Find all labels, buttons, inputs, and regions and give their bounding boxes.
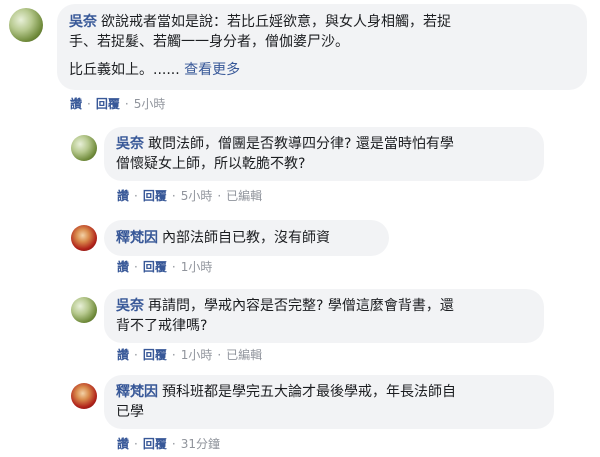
comment-actions: 讚 · 回覆 · 5小時 <box>70 97 166 111</box>
timestamp[interactable]: 5小時 <box>181 189 213 203</box>
comment-text-line: 欲說戒者當如是說：若比丘婬欲意，與女人身相觸，若捉 <box>101 14 451 30</box>
comment-actions: 讚 · 回覆 · 5小時 · 已編輯 <box>117 189 263 203</box>
comment-text-line: 手、若捉髮、若觸一一身分者，僧伽婆尸沙。 <box>69 34 349 50</box>
timestamp[interactable]: 5小時 <box>134 97 166 111</box>
comment-bubble: 釋梵因 內部法師自已教，沒有師資 <box>104 220 389 256</box>
comment-bubble: 釋梵因 預科班都是學完五大論才最後學戒，年長法師自 已學 <box>104 375 554 429</box>
commenter-name[interactable]: 釋梵因 <box>116 230 158 246</box>
reply-link[interactable]: 回覆 <box>143 437 167 451</box>
avatar[interactable] <box>71 135 97 161</box>
comment-text-line: 僧懷疑女上師，所以乾脆不教? <box>116 156 306 172</box>
edited-label[interactable]: 已編輯 <box>226 348 262 362</box>
avatar[interactable] <box>71 297 97 323</box>
like-link[interactable]: 讚 <box>70 97 82 111</box>
comment-bubble: 吳奈 敢問法師，僧團是否教導四分律? 還是當時怕有學 僧懷疑女上師，所以乾脆不教? <box>104 127 544 181</box>
comment-bubble: 吳奈 再請問，學戒內容是否完整? 學僧這麼會背書，還 背不了戒律嗎? <box>104 289 544 343</box>
avatar[interactable] <box>71 225 97 251</box>
comment-text-line: 再請問，學戒內容是否完整? 學僧這麼會背書，還 <box>148 298 454 314</box>
reply-link[interactable]: 回覆 <box>143 348 167 362</box>
avatar[interactable] <box>9 8 43 42</box>
commenter-name[interactable]: 吳奈 <box>116 136 144 152</box>
reply-link[interactable]: 回覆 <box>143 260 167 274</box>
reply-link[interactable]: 回覆 <box>96 97 120 111</box>
comment-actions: 讚 · 回覆 · 1小時 · 已編輯 <box>117 348 263 362</box>
comment-text-line: 敢問法師，僧團是否教導四分律? 還是當時怕有學 <box>148 136 454 152</box>
see-more-link[interactable]: 查看更多 <box>184 62 240 78</box>
timestamp[interactable]: 31分鐘 <box>181 437 220 451</box>
like-link[interactable]: 讚 <box>117 437 129 451</box>
like-link[interactable]: 讚 <box>117 260 129 274</box>
timestamp[interactable]: 1小時 <box>181 348 213 362</box>
edited-label[interactable]: 已編輯 <box>226 189 262 203</box>
timestamp[interactable]: 1小時 <box>181 260 213 274</box>
comment-actions: 讚 · 回覆 · 1小時 <box>117 260 213 274</box>
like-link[interactable]: 讚 <box>117 189 129 203</box>
comment-text-line: 比丘義如上。...... <box>69 62 180 78</box>
comment-actions: 讚 · 回覆 · 31分鐘 <box>117 437 220 451</box>
reply-link[interactable]: 回覆 <box>143 189 167 203</box>
commenter-name[interactable]: 釋梵因 <box>116 384 158 400</box>
comment-text-line: 內部法師自已教，沒有師資 <box>162 230 330 246</box>
comment-bubble: 吳奈 欲說戒者當如是說：若比丘婬欲意，與女人身相觸，若捉 手、若捉髮、若觸一一身分… <box>57 4 587 90</box>
commenter-name[interactable]: 吳奈 <box>69 14 97 30</box>
like-link[interactable]: 讚 <box>117 348 129 362</box>
commenter-name[interactable]: 吳奈 <box>116 298 144 314</box>
comment-text-line: 已學 <box>116 404 144 420</box>
avatar[interactable] <box>71 383 97 409</box>
comment-text-line: 預科班都是學完五大論才最後學戒，年長法師自 <box>162 384 456 400</box>
comment-text-line: 背不了戒律嗎? <box>116 318 208 334</box>
